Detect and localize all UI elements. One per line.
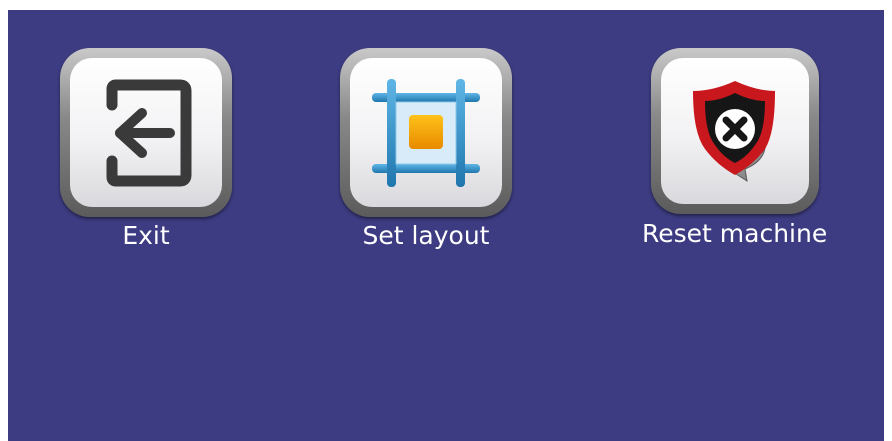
- exit-tile[interactable]: Exit: [60, 48, 232, 251]
- set-layout-button[interactable]: [340, 48, 512, 217]
- layout-grid-icon: [372, 78, 480, 187]
- set-layout-tile[interactable]: Set layout: [340, 48, 512, 251]
- reset-machine-button-face: [660, 58, 809, 204]
- main-panel: Exit Set layout Reset machine: [8, 10, 884, 441]
- exit-label: Exit: [122, 221, 170, 250]
- exit-button[interactable]: [60, 48, 232, 217]
- reset-machine-button[interactable]: [650, 48, 819, 214]
- reset-machine-label: Reset machine: [642, 219, 828, 248]
- shield-x-icon: [692, 81, 775, 183]
- set-layout-label: Set layout: [362, 221, 490, 250]
- set-layout-button-face: [350, 58, 502, 207]
- reset-machine-tile[interactable]: Reset machine: [642, 48, 827, 249]
- exit-button-face: [70, 58, 222, 207]
- exit-arrow-icon: [106, 79, 192, 186]
